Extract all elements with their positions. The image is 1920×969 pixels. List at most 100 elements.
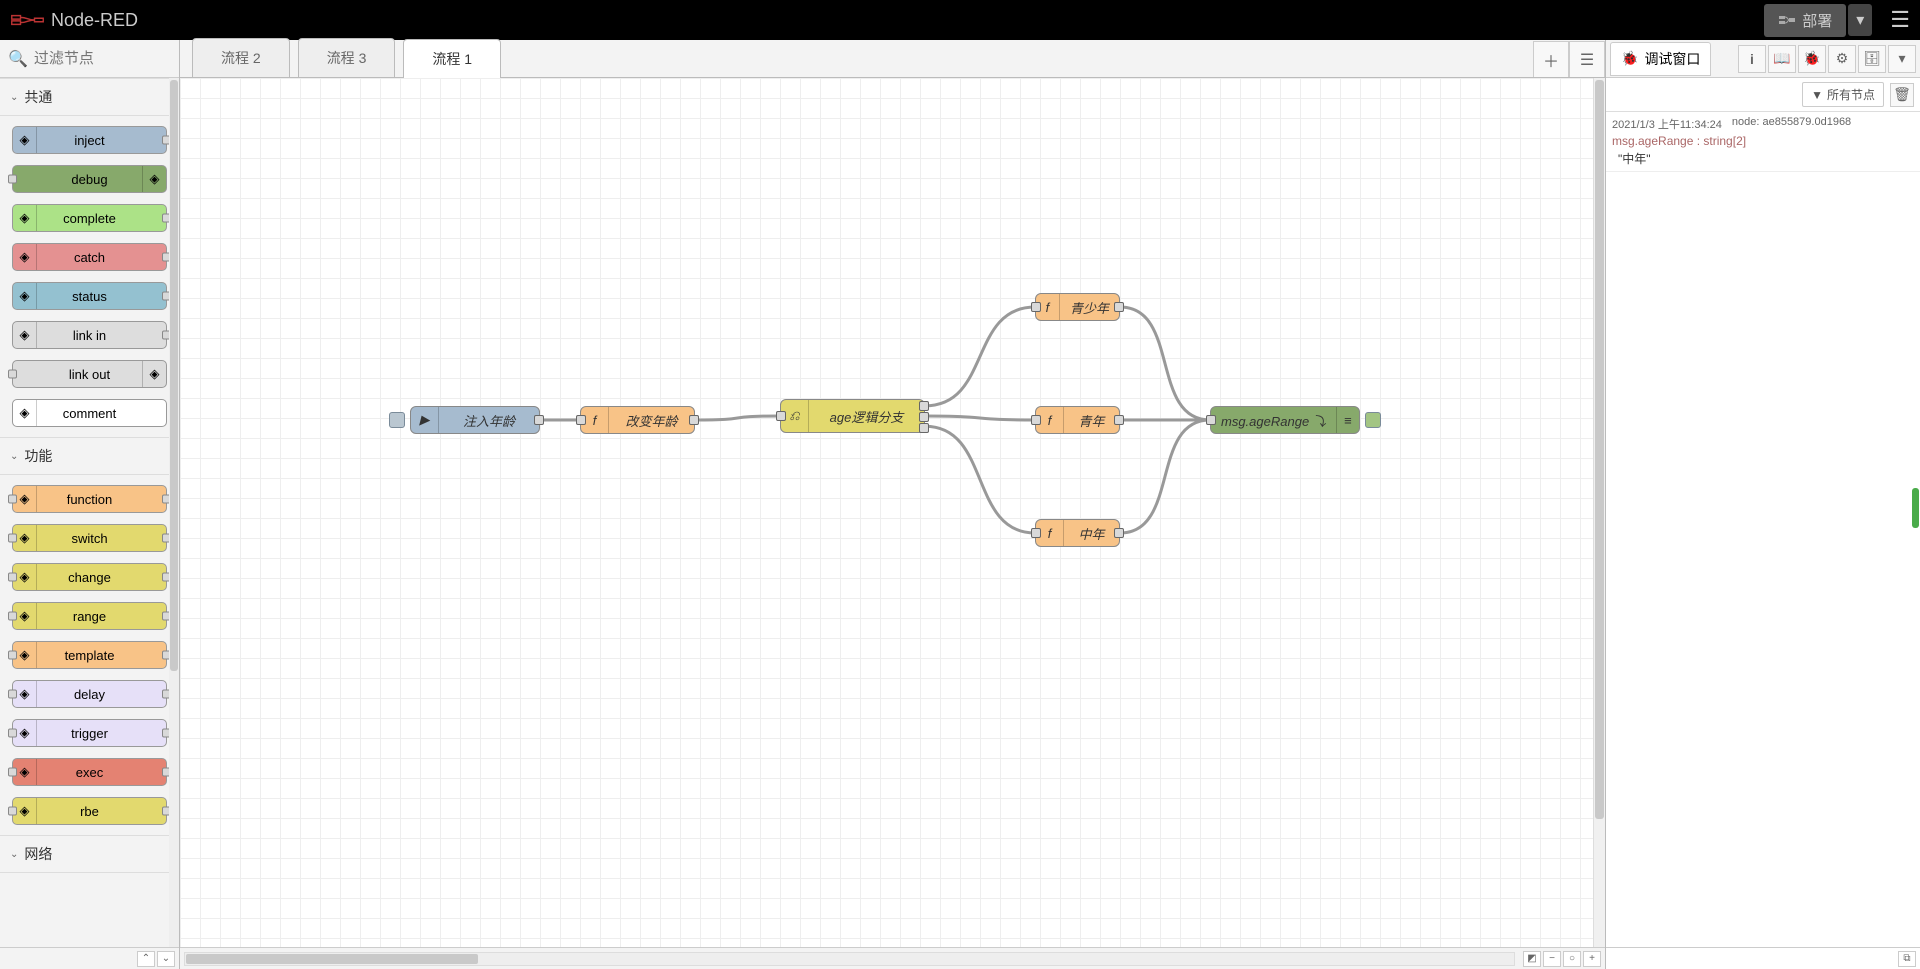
- node-input-port[interactable]: [776, 411, 786, 421]
- main-menu-button[interactable]: ☰: [1890, 7, 1910, 33]
- flow-wire[interactable]: [925, 426, 1035, 533]
- palette-node-switch[interactable]: ◈switch: [12, 524, 167, 552]
- navigator-button[interactable]: ◩: [1523, 951, 1541, 967]
- node-input-port[interactable]: [1031, 415, 1041, 425]
- sidebar-scrollbar[interactable]: [1910, 112, 1920, 947]
- flow-tab[interactable]: 流程 3: [298, 38, 396, 77]
- node-input-port[interactable]: [8, 690, 17, 699]
- flow-canvas[interactable]: ▶注入年龄 f改变年龄 ⎌age逻辑分支 f青少年 f青年 f中年 msg.ageRange…: [180, 78, 1605, 947]
- flow-tabs: 流程 2流程 3流程 1 ＋ ☰: [180, 40, 1605, 78]
- sidebar-context-button[interactable]: 🗄: [1858, 45, 1886, 73]
- flow-wire[interactable]: [925, 416, 1035, 420]
- debug-messages[interactable]: 2021/1/3 上午11:34:24node: ae855879.0d1968…: [1606, 112, 1920, 947]
- node-output-port[interactable]: [919, 423, 929, 433]
- palette-collapse-all[interactable]: ⌃: [137, 951, 155, 967]
- node-output-port[interactable]: [919, 412, 929, 422]
- palette-scrollbar[interactable]: [169, 78, 179, 947]
- sidebar-debug-button[interactable]: 🐞: [1798, 45, 1826, 73]
- palette-node-exec[interactable]: ◈exec: [12, 758, 167, 786]
- node-input-port[interactable]: [8, 651, 17, 660]
- debug-message[interactable]: 2021/1/3 上午11:34:24node: ae855879.0d1968…: [1606, 112, 1920, 172]
- sidebar-dropdown-button[interactable]: ▾: [1888, 45, 1916, 73]
- node-output-port[interactable]: [534, 415, 544, 425]
- sidebar-config-button[interactable]: ⚙: [1828, 45, 1856, 73]
- sidebar-tab-label: 调试窗口: [1644, 49, 1700, 69]
- flow-node-switch[interactable]: ⎌age逻辑分支: [780, 399, 925, 433]
- node-input-port[interactable]: [8, 495, 17, 504]
- palette-category[interactable]: ⌄ 功能: [0, 437, 179, 475]
- node-output-port[interactable]: [1114, 415, 1124, 425]
- palette-search-input[interactable]: [34, 50, 171, 67]
- palette-node-delay[interactable]: ◈delay: [12, 680, 167, 708]
- node-input-port[interactable]: [8, 534, 17, 543]
- flow-node-function[interactable]: f青少年: [1035, 293, 1120, 321]
- flow-wire[interactable]: [1120, 307, 1210, 420]
- palette-node-rbe[interactable]: ◈rbe: [12, 797, 167, 825]
- flow-wire[interactable]: [695, 416, 780, 420]
- flow-wire[interactable]: [925, 307, 1035, 406]
- inject-trigger-button[interactable]: [389, 412, 405, 428]
- deploy-button[interactable]: 部署: [1764, 4, 1846, 37]
- palette-node-trigger[interactable]: ◈trigger: [12, 719, 167, 747]
- palette-node-label: debug: [71, 172, 107, 187]
- node-input-port[interactable]: [1031, 302, 1041, 312]
- palette-node-complete[interactable]: ◈complete: [12, 204, 167, 232]
- node-input-port[interactable]: [8, 573, 17, 582]
- canvas-vscrollbar[interactable]: [1593, 78, 1605, 947]
- canvas-viewport[interactable]: ▶注入年龄 f改变年龄 ⎌age逻辑分支 f青少年 f青年 f中年 msg.ageRange…: [180, 78, 1605, 947]
- debug-window-button[interactable]: ⧉: [1898, 951, 1916, 967]
- palette-node-label: change: [68, 570, 111, 585]
- debug-clear-button[interactable]: 🗑: [1890, 83, 1914, 107]
- palette-node-comment[interactable]: ◈comment: [12, 399, 167, 427]
- flow-wire[interactable]: [1120, 420, 1210, 533]
- node-input-port[interactable]: [8, 729, 17, 738]
- zoom-in-button[interactable]: +: [1583, 951, 1601, 967]
- canvas-hscrollbar[interactable]: [184, 952, 1515, 966]
- node-input-port[interactable]: [8, 370, 17, 379]
- list-flows-button[interactable]: ☰: [1569, 41, 1605, 77]
- sidebar-info-button[interactable]: i: [1738, 45, 1766, 73]
- flow-node-function[interactable]: f青年: [1035, 406, 1120, 434]
- zoom-out-button[interactable]: −: [1543, 951, 1561, 967]
- node-input-port[interactable]: [1031, 528, 1041, 538]
- node-input-port[interactable]: [8, 175, 17, 184]
- node-output-port[interactable]: [689, 415, 699, 425]
- flow-tab[interactable]: 流程 2: [192, 38, 290, 77]
- palette-expand-all[interactable]: ⌄: [157, 951, 175, 967]
- palette-category[interactable]: ⌄ 网络: [0, 835, 179, 873]
- palette-node-template[interactable]: ◈template: [12, 641, 167, 669]
- debug-toggle-button[interactable]: [1365, 412, 1381, 428]
- sidebar-tab-debug[interactable]: 🐞 调试窗口: [1610, 42, 1711, 76]
- flow-tab[interactable]: 流程 1: [403, 39, 501, 78]
- node-input-port[interactable]: [576, 415, 586, 425]
- debug-filter-button[interactable]: ▼ 所有节点: [1802, 82, 1884, 107]
- palette-node-catch[interactable]: ◈catch: [12, 243, 167, 271]
- node-input-port[interactable]: [8, 768, 17, 777]
- deploy-dropdown[interactable]: ▾: [1848, 4, 1872, 36]
- palette-node-function[interactable]: ◈function: [12, 485, 167, 513]
- flow-node-function[interactable]: f中年: [1035, 519, 1120, 547]
- palette-node-status[interactable]: ◈status: [12, 282, 167, 310]
- palette-node-link-in[interactable]: ◈link in: [12, 321, 167, 349]
- palette-scroll[interactable]: ⌄ 共通 ◈inject ◈debug ◈complete ◈catch ◈status ◈…: [0, 78, 179, 947]
- node-input-port[interactable]: [8, 807, 17, 816]
- palette-node-link-out[interactable]: ◈link out: [12, 360, 167, 388]
- node-input-port[interactable]: [8, 612, 17, 621]
- flow-node-inject[interactable]: ▶注入年龄: [410, 406, 540, 434]
- palette-node-inject[interactable]: ◈inject: [12, 126, 167, 154]
- sidebar-help-button[interactable]: 📖: [1768, 45, 1796, 73]
- palette-node-label: comment: [63, 406, 116, 421]
- node-output-port[interactable]: [1114, 302, 1124, 312]
- node-output-port[interactable]: [1114, 528, 1124, 538]
- palette-node-range[interactable]: ◈range: [12, 602, 167, 630]
- palette-category[interactable]: ⌄ 共通: [0, 78, 179, 116]
- node-output-port[interactable]: [919, 401, 929, 411]
- flow-node-debug[interactable]: msg.ageRange ⤵≡: [1210, 406, 1360, 434]
- flow-node-function[interactable]: f改变年龄: [580, 406, 695, 434]
- palette-node-debug[interactable]: ◈debug: [12, 165, 167, 193]
- add-flow-button[interactable]: ＋: [1533, 41, 1569, 77]
- node-input-port[interactable]: [1206, 415, 1216, 425]
- palette-node-change[interactable]: ◈change: [12, 563, 167, 591]
- palette-search[interactable]: 🔍: [0, 40, 179, 78]
- zoom-reset-button[interactable]: ○: [1563, 951, 1581, 967]
